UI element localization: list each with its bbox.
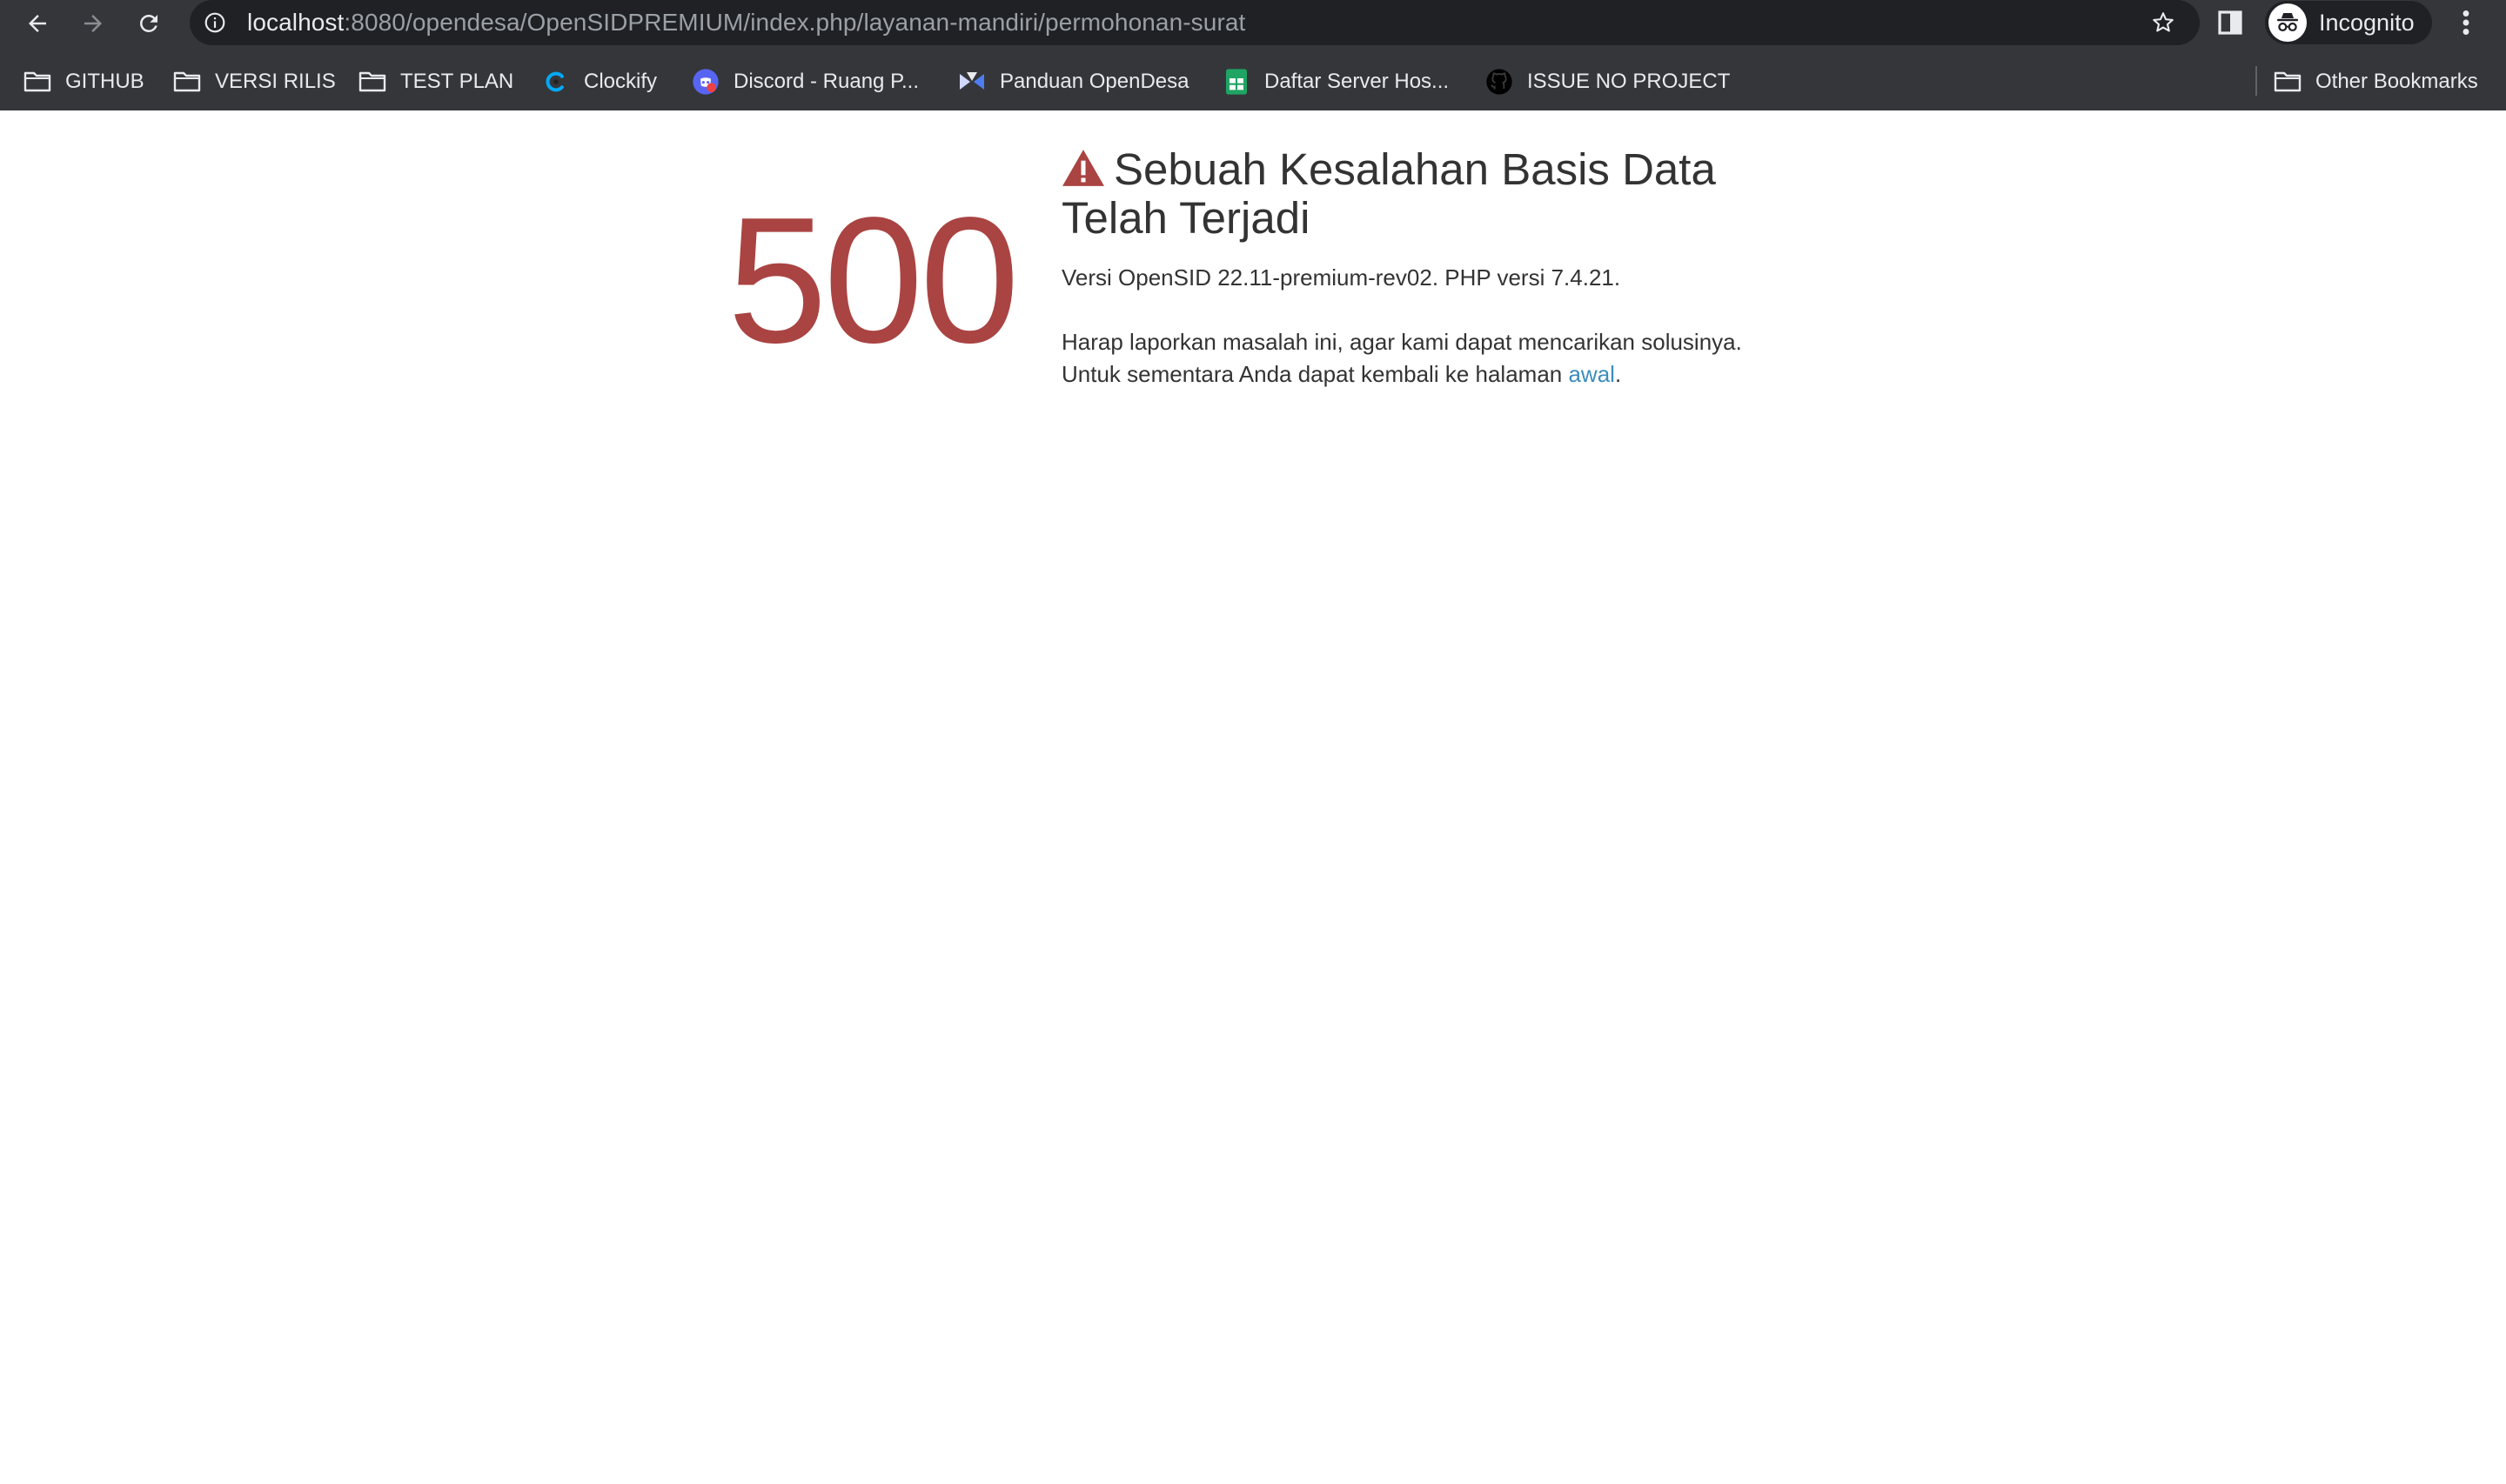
clockify-icon <box>541 67 571 97</box>
url-path: :8080/opendesa/OpenSIDPREMIUM/index.php/… <box>344 9 1246 36</box>
home-link[interactable]: awal <box>1568 361 1614 387</box>
bookmarks-divider <box>2255 66 2257 96</box>
error-title: Sebuah Kesalahan Basis Data Telah Terjad… <box>1062 145 1810 243</box>
more-vertical-icon[interactable] <box>2456 7 2476 38</box>
reload-icon <box>140 15 157 32</box>
discord-icon <box>691 67 720 97</box>
folder-icon <box>358 67 387 97</box>
arrow-left-icon <box>29 15 46 32</box>
bookmark-test-plan[interactable]: TEST PLAN <box>358 57 513 106</box>
incognito-icon <box>2268 3 2307 42</box>
bookmark-clockify[interactable]: Clockify <box>541 57 657 106</box>
url-host: localhost <box>247 9 345 36</box>
bookmark-label: VERSI RILIS <box>215 70 336 93</box>
bookmark-label: TEST PLAN <box>400 70 514 93</box>
github-icon <box>1484 67 1514 97</box>
folder-icon <box>2273 67 2302 97</box>
side-panel-icon[interactable] <box>2216 9 2244 37</box>
bookmark-versi-rilis[interactable]: VERSI RILIS <box>172 57 336 106</box>
report-message: Harap laporkan masalah ini, agar kami da… <box>1062 326 1810 391</box>
error-code: 500 <box>727 180 1020 380</box>
version-info: Versi OpenSID 22.11-premium-rev02. PHP v… <box>1062 264 1621 291</box>
forward-button[interactable] <box>75 5 111 42</box>
reload-button[interactable] <box>131 5 167 42</box>
report-line: Harap laporkan masalah ini, agar kami da… <box>1062 329 1742 355</box>
back-line: Untuk sementara Anda dapat kembali ke ha… <box>1062 358 1810 391</box>
bookmark-star-icon[interactable] <box>2151 10 2175 35</box>
address-bar[interactable]: localhost:8080/opendesa/OpenSIDPREMIUM/i… <box>190 0 2200 45</box>
warning-icon <box>1062 150 1104 186</box>
bookmark-discord[interactable]: Discord - Ruang P... <box>691 57 919 106</box>
incognito-label: Incognito <box>2319 10 2415 36</box>
bookmark-label: ISSUE NO PROJECT <box>1527 70 1731 93</box>
bookmark-label: Discord - Ruang P... <box>734 70 919 93</box>
bookmark-label: Other Bookmarks <box>2315 70 2478 93</box>
opendesa-icon <box>957 67 987 97</box>
bookmark-other-bookmarks[interactable]: Other Bookmarks <box>2273 57 2478 106</box>
back-button[interactable] <box>19 5 56 42</box>
bookmark-label: Clockify <box>584 70 658 93</box>
bookmark-daftar-server[interactable]: Daftar Server Hos... <box>1222 57 1449 106</box>
folder-icon <box>23 67 52 97</box>
error-title-text: Sebuah Kesalahan Basis Data Telah Terjad… <box>1062 144 1716 243</box>
bookmarks-bar: GITHUB VERSI RILIS TEST PLAN Clockify Di… <box>0 57 2506 106</box>
incognito-profile-button[interactable]: Incognito <box>2265 1 2432 44</box>
bookmark-label: GITHUB <box>65 70 144 93</box>
back-prefix: Untuk sementara Anda dapat kembali ke ha… <box>1062 361 1569 387</box>
bookmark-issue-no-project[interactable]: ISSUE NO PROJECT <box>1484 57 1730 106</box>
bookmark-panduan-opendesa[interactable]: Panduan OpenDesa <box>957 57 1189 106</box>
bookmark-github[interactable]: GITHUB <box>23 57 144 106</box>
bookmark-label: Daftar Server Hos... <box>1264 70 1450 93</box>
sheets-icon <box>1222 67 1251 97</box>
folder-icon <box>172 67 202 97</box>
info-icon[interactable] <box>204 11 226 34</box>
url-text[interactable]: localhost:8080/opendesa/OpenSIDPREMIUM/i… <box>247 0 1245 45</box>
browser-toolbar: localhost:8080/opendesa/OpenSIDPREMIUM/i… <box>0 0 2506 47</box>
bookmark-label: Panduan OpenDesa <box>1000 70 1189 93</box>
browser-chrome: localhost:8080/opendesa/OpenSIDPREMIUM/i… <box>0 0 2506 110</box>
back-suffix: . <box>1614 361 1622 387</box>
arrow-right-icon <box>84 15 102 32</box>
error-page: 500 Sebuah Kesalahan Basis Data Telah Te… <box>0 110 2506 1484</box>
error-content: Sebuah Kesalahan Basis Data Telah Terjad… <box>1062 145 1810 391</box>
